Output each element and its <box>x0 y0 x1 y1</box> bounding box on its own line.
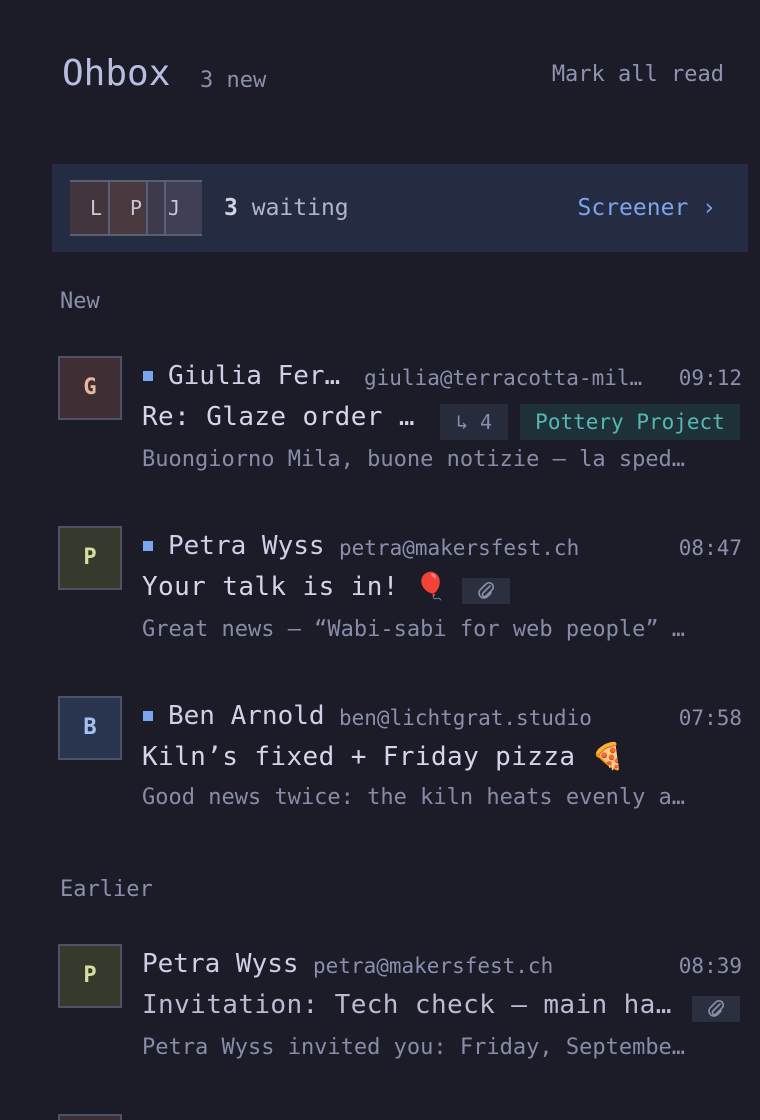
paperclip-icon-svg <box>708 999 725 1017</box>
unread-indicator <box>143 711 153 721</box>
avatar: G <box>58 356 122 420</box>
sender-email: petra@makersfest.ch <box>313 954 554 978</box>
message-time: 07:58 <box>678 706 742 730</box>
screener-count: 3 <box>224 195 238 221</box>
paperclip-icon <box>462 578 510 604</box>
paperclip-icon <box>692 996 740 1022</box>
section-label-earlier: Earlier <box>60 877 153 902</box>
avatar <box>58 1114 122 1120</box>
paperclip-icon-svg <box>478 581 495 599</box>
screener-link[interactable]: Screener › <box>578 192 716 224</box>
avatar-initial: L <box>90 196 103 220</box>
message-time: 08:47 <box>678 536 742 560</box>
unread-indicator <box>143 371 153 381</box>
sender-email: petra@makersfest.ch <box>339 536 580 560</box>
message-preview: Petra Wyss invited you: Friday, Septembe… <box>142 1035 686 1060</box>
avatar-initial: J <box>168 196 181 220</box>
message-preview: Good news twice: the kiln heats evenly a… <box>142 785 686 810</box>
inbox-header: Ohbox 3 new Mark all read <box>62 52 724 96</box>
avatar: P <box>58 944 122 1008</box>
page-title: Ohbox <box>62 53 171 94</box>
avatar-initial: P <box>130 196 143 220</box>
new-count-badge: 3 new <box>200 68 267 93</box>
message-subject: Re: Glaze order … <box>142 402 415 432</box>
section-label-new: New <box>60 289 100 314</box>
unread-indicator <box>143 541 153 551</box>
message-subject: Your talk is in! 🎈 <box>142 572 448 602</box>
message-subject: Invitation: Tech check — main ha… <box>142 990 672 1020</box>
message-subject: Kiln’s fixed + Friday pizza 🍕 <box>142 742 625 772</box>
message-time: 09:12 <box>678 366 742 390</box>
sender-email: ben@lichtgrat.studio <box>339 706 592 730</box>
avatar: B <box>58 696 122 760</box>
sender-name: Giulia Fer… <box>168 361 341 391</box>
sender-name: Ben Arnold <box>168 701 325 731</box>
message-preview: Great news — “Wabi-sabi for web people” … <box>142 617 686 642</box>
message-time: 08:39 <box>678 954 742 978</box>
message-preview: Buongiorno Mila, buone notizie — la sped… <box>142 447 686 472</box>
screener-waiting-label: waiting <box>251 195 349 221</box>
inbox-page: Ohbox 3 new Mark all read L P J 3 waitin… <box>0 0 760 1120</box>
avatar: P <box>58 526 122 590</box>
mark-all-read-button[interactable]: Mark all read <box>552 60 724 90</box>
screener-waiting-text: 3 waiting <box>224 192 349 224</box>
screener-avatar-stack: L P J <box>70 180 202 236</box>
thread-count-badge: ↳ 4 <box>440 404 508 440</box>
screener-banner[interactable]: L P J 3 waiting Screener › <box>52 164 748 252</box>
message-row[interactable]: G Giulia Fer… giulia@terracotta-mil… 09:… <box>58 356 742 486</box>
sender-email: giulia@terracotta-mil… <box>364 366 643 390</box>
sender-name: Petra Wyss <box>142 949 299 979</box>
message-row[interactable]: B Ben Arnold ben@lichtgrat.studio 07:58 … <box>58 696 742 826</box>
label-tag[interactable]: Pottery Project <box>520 404 740 440</box>
message-row[interactable]: P Petra Wyss petra@makersfest.ch 08:47 Y… <box>58 526 742 656</box>
avatar <box>146 182 166 234</box>
message-row[interactable]: P Petra Wyss petra@makersfest.ch 08:39 I… <box>58 944 742 1074</box>
sender-name: Petra Wyss <box>168 531 325 561</box>
